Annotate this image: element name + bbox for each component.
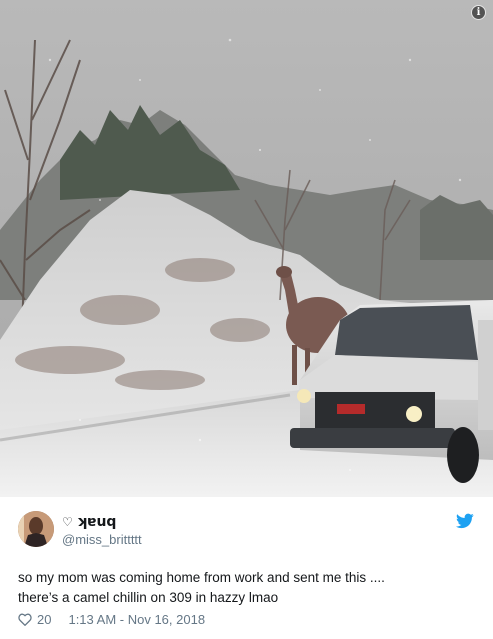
- info-icon[interactable]: i: [471, 5, 486, 20]
- tweet-text-line: so my mom was coming home from work and …: [18, 570, 385, 585]
- heart-icon: ♡: [62, 515, 73, 529]
- tweet-footer: 20 1:13 AM - Nov 16, 2018: [18, 610, 205, 628]
- user-handle[interactable]: @miss_brittttt: [62, 532, 142, 548]
- tweet-photo[interactable]: i: [0, 0, 493, 497]
- author-names[interactable]: ♡ ʞɐuq @miss_brittttt: [62, 514, 142, 548]
- snowy-road-camel-van-image: [0, 0, 493, 497]
- tweet-timestamp[interactable]: 1:13 AM - Nov 16, 2018: [68, 612, 205, 627]
- tweet-card: i ♡ ʞɐuq @miss_brittttt so my mom was co…: [0, 0, 493, 639]
- tweet-header: ♡ ʞɐuq @miss_brittttt: [18, 511, 478, 551]
- tweet-text-line: there’s a camel chillin on 309 in hazzy …: [18, 590, 279, 605]
- display-name[interactable]: ʞɐuq: [77, 514, 117, 530]
- like-count[interactable]: 20: [37, 612, 51, 627]
- display-name-row: ♡ ʞɐuq: [62, 514, 142, 530]
- heart-outline-icon[interactable]: [18, 613, 32, 626]
- avatar[interactable]: [18, 511, 54, 547]
- twitter-bird-icon[interactable]: [456, 513, 474, 529]
- tweet-text: so my mom was coming home from work and …: [18, 568, 473, 608]
- avatar-image: [18, 511, 54, 547]
